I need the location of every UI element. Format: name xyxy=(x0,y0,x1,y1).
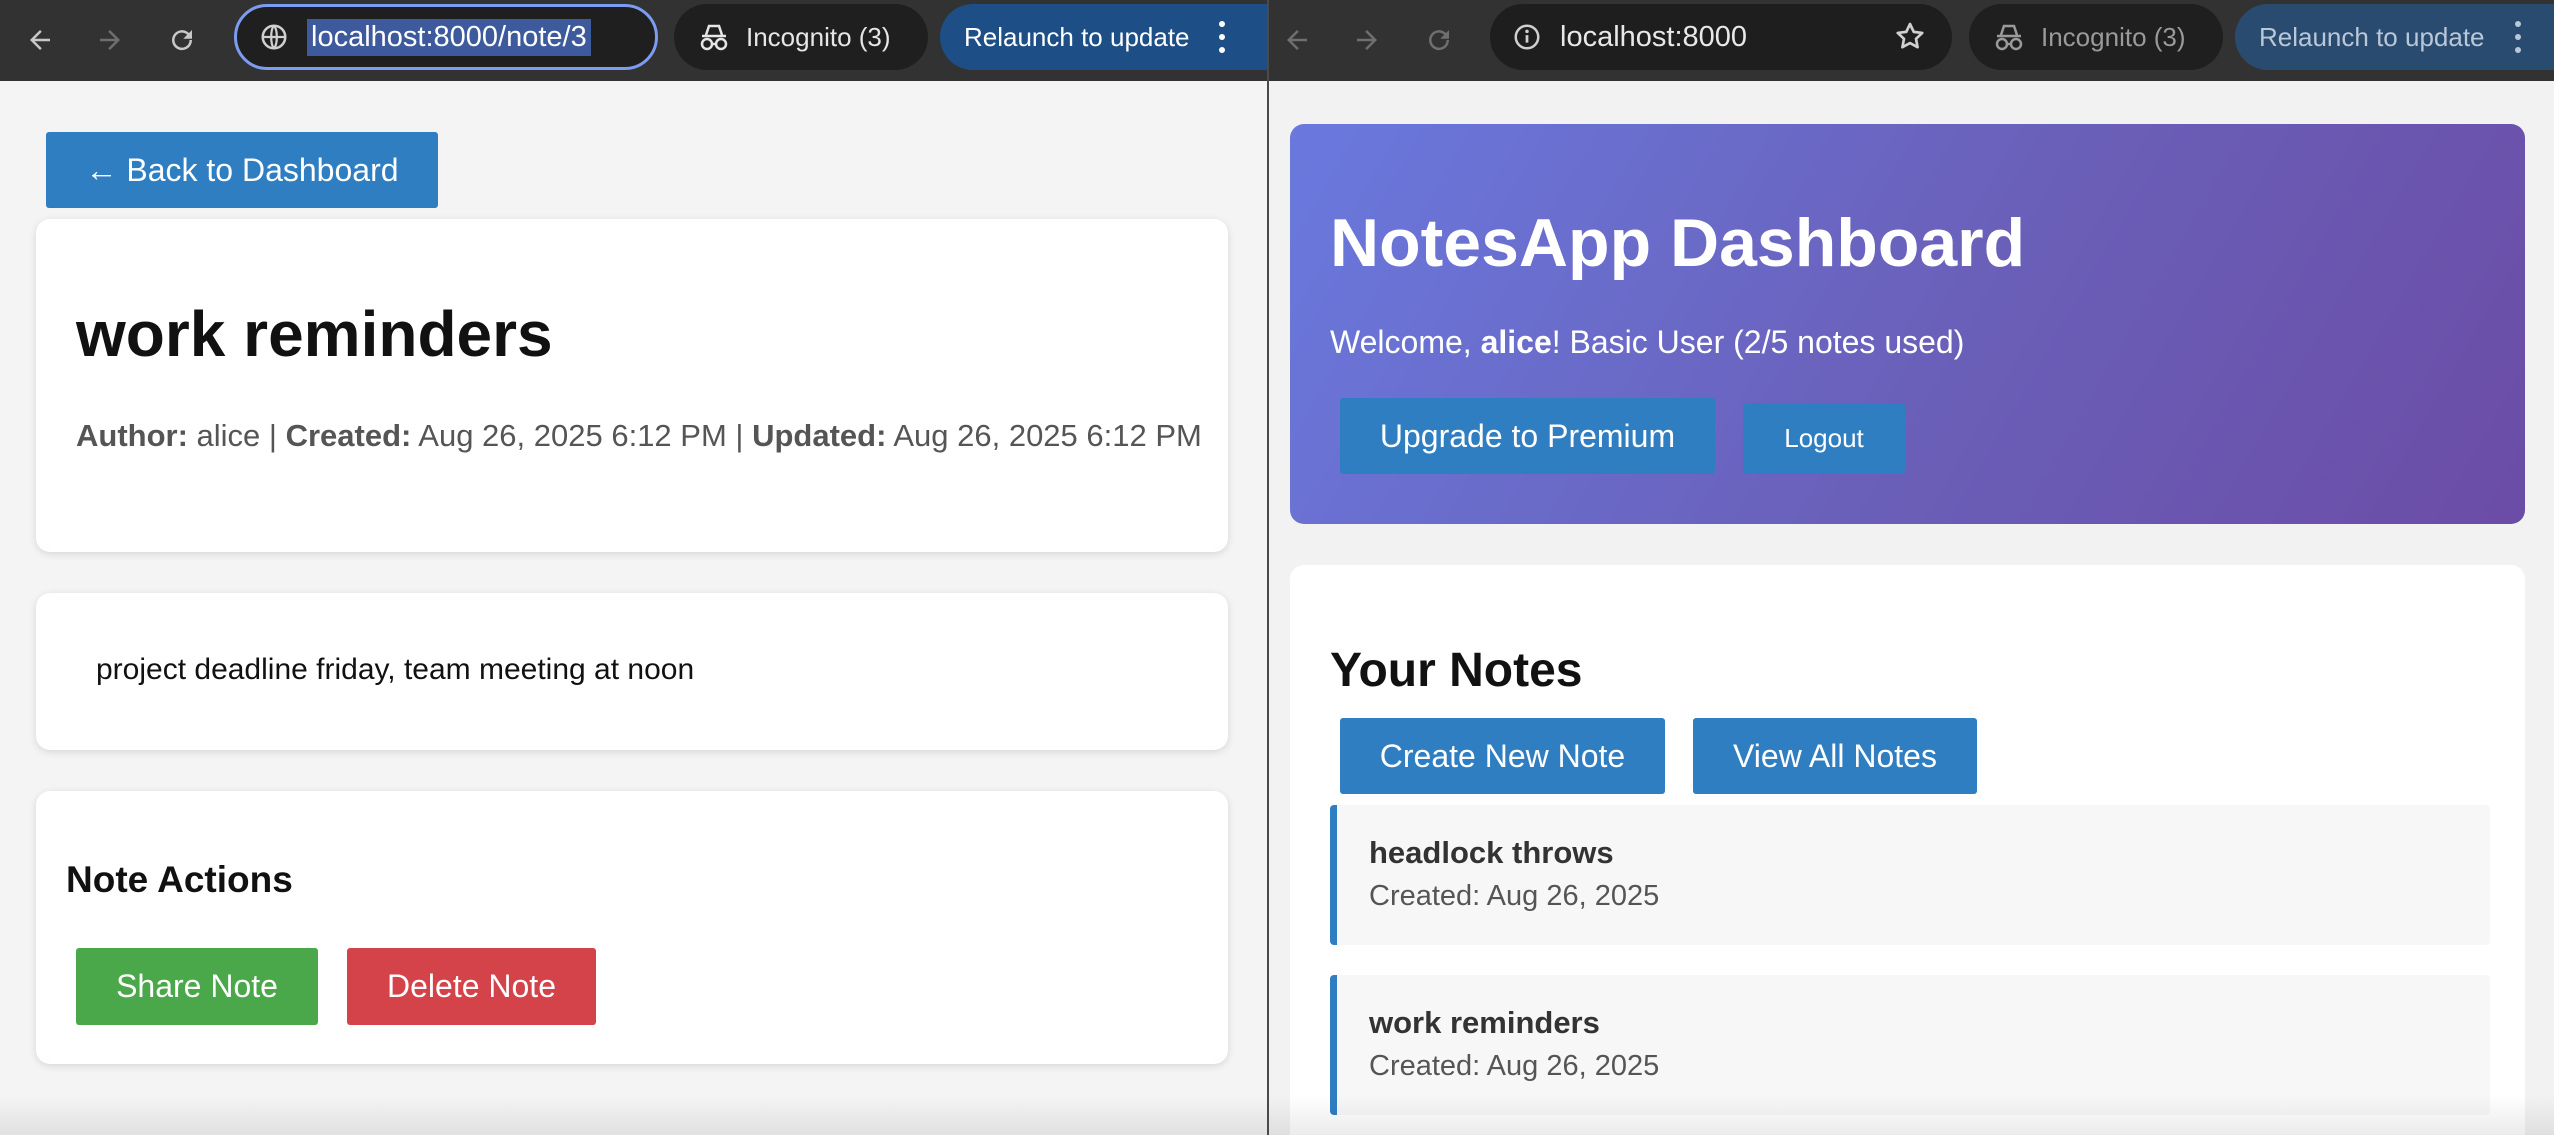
reload-icon[interactable] xyxy=(1415,16,1463,64)
relaunch-label: Relaunch to update xyxy=(964,21,1190,52)
logout-button[interactable]: Logout xyxy=(1743,403,1905,474)
forward-arrow-icon[interactable] xyxy=(1343,16,1391,64)
upgrade-to-premium-button[interactable]: Upgrade to Premium xyxy=(1340,398,1715,474)
username: alice xyxy=(1480,324,1552,360)
globe-icon xyxy=(259,22,289,52)
note-title: work reminders xyxy=(76,298,553,370)
page-bottom-shadow xyxy=(1269,1095,2554,1135)
note-content: project deadline friday, team meeting at… xyxy=(96,653,695,686)
note-item-title[interactable]: headlock throws xyxy=(1369,835,1614,871)
incognito-label: Incognito (3) xyxy=(746,21,891,52)
left-browser-window: localhost:8000/note/3 Incognito (3) Rela… xyxy=(0,0,1267,1135)
back-to-dashboard-button[interactable]: ← Back to Dashboard xyxy=(46,132,438,208)
relaunch-label: Relaunch to update xyxy=(2259,21,2485,52)
forward-arrow-icon[interactable] xyxy=(86,16,134,64)
welcome-suffix: ! Basic User (2/5 notes used) xyxy=(1551,324,1965,360)
note-item-title[interactable]: work reminders xyxy=(1369,1005,1600,1041)
incognito-icon xyxy=(700,24,728,51)
incognito-icon xyxy=(1995,24,2023,51)
meta-separator: | xyxy=(735,418,744,453)
note-item-date: Created: Aug 26, 2025 xyxy=(1369,1050,1660,1082)
author-value: alice xyxy=(196,418,261,453)
kebab-menu-icon[interactable] xyxy=(1217,21,1227,53)
relaunch-button[interactable]: Relaunch to update xyxy=(2235,4,2554,70)
notes-section: Your Notes Create New Note View All Note… xyxy=(1290,565,2525,1135)
incognito-label: Incognito (3) xyxy=(2041,21,2186,52)
address-bar[interactable]: localhost:8000 xyxy=(1490,4,1952,70)
welcome-prefix: Welcome, xyxy=(1330,324,1481,360)
updated-value: Aug 26, 2025 6:12 PM xyxy=(893,418,1202,453)
updated-label: Updated: xyxy=(752,418,887,453)
note-meta: Author: alice | Created: Aug 26, 2025 6:… xyxy=(76,417,1226,454)
author-label: Author: xyxy=(76,418,188,453)
note-header-card: work reminders Author: alice | Created: … xyxy=(36,219,1228,552)
dashboard-header: NotesApp Dashboard Welcome, alice! Basic… xyxy=(1290,124,2525,524)
page-bottom-shadow xyxy=(0,1095,1267,1135)
created-label: Created: xyxy=(285,418,412,453)
address-bar-url[interactable]: localhost:8000 xyxy=(1560,21,1747,54)
note-list-item[interactable]: headlock throws Created: Aug 26, 2025 xyxy=(1330,805,2490,945)
back-arrow-icon[interactable] xyxy=(1273,16,1321,64)
browser-toolbar: localhost:8000 Incognito (3) Relaunch to… xyxy=(1269,0,2554,81)
welcome-message: Welcome, alice! Basic User (2/5 notes us… xyxy=(1330,324,1964,361)
reload-icon[interactable] xyxy=(158,16,206,64)
relaunch-button[interactable]: Relaunch to update xyxy=(940,4,1267,70)
created-value: Aug 26, 2025 6:12 PM xyxy=(418,418,727,453)
kebab-menu-icon[interactable] xyxy=(2513,21,2523,53)
bookmark-star-icon[interactable] xyxy=(1894,20,1926,52)
incognito-chip[interactable]: Incognito (3) xyxy=(1969,4,2223,70)
note-item-date: Created: Aug 26, 2025 xyxy=(1369,880,1660,912)
delete-note-button[interactable]: Delete Note xyxy=(347,948,596,1025)
browser-toolbar: localhost:8000/note/3 Incognito (3) Rela… xyxy=(0,0,1267,81)
note-actions-card: Note Actions Share Note Delete Note xyxy=(36,791,1228,1064)
address-bar-url[interactable]: localhost:8000/note/3 xyxy=(307,18,591,56)
info-icon xyxy=(1512,22,1542,52)
share-note-button[interactable]: Share Note xyxy=(76,948,318,1025)
view-all-notes-button[interactable]: View All Notes xyxy=(1693,718,1977,794)
note-content-card: project deadline friday, team meeting at… xyxy=(36,593,1228,750)
back-arrow-icon[interactable] xyxy=(16,16,64,64)
meta-separator: | xyxy=(268,418,277,453)
dashboard-title: NotesApp Dashboard xyxy=(1330,205,2026,281)
address-bar[interactable]: localhost:8000/note/3 xyxy=(234,4,658,70)
create-new-note-button[interactable]: Create New Note xyxy=(1340,718,1665,794)
note-actions-title: Note Actions xyxy=(66,859,293,900)
incognito-chip[interactable]: Incognito (3) xyxy=(674,4,928,70)
note-list-item[interactable]: work reminders Created: Aug 26, 2025 xyxy=(1330,975,2490,1115)
notes-section-title: Your Notes xyxy=(1330,644,1583,697)
right-browser-window: localhost:8000 Incognito (3) Relaunch to… xyxy=(1269,0,2554,1135)
